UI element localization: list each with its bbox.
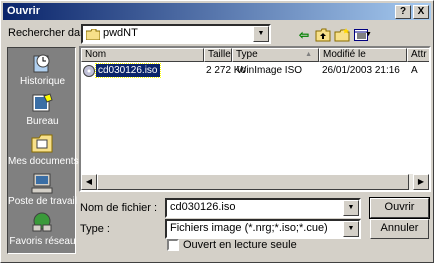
network-places-icon [32,212,52,232]
chevron-down-icon[interactable]: ▼ [343,200,359,216]
file-list[interactable]: Nom Taille Type ▲ Modifié le Attr cd0301… [79,46,431,192]
place-desktop[interactable]: Bureau [8,92,77,130]
file-modified: 26/01/2003 21:16 [322,65,400,76]
scroll-left-icon[interactable]: ◀ [81,174,97,190]
dialog-title: Ouvrir [7,5,41,17]
readonly-label: Ouvert en lecture seule [183,239,297,251]
chevron-down-icon[interactable]: ▼ [343,221,359,237]
place-label: Historique [19,76,66,87]
help-button[interactable]: ? [395,5,411,19]
close-button[interactable]: X [413,5,429,19]
place-label: Poste de travail [8,196,77,207]
filename-value: cd030126.iso [170,201,236,213]
new-folder-icon [334,28,350,42]
scroll-thumb[interactable] [97,174,409,190]
new-folder-button[interactable] [333,26,351,44]
my-computer-icon [31,173,53,194]
history-icon [33,54,50,73]
folder-icon [86,29,100,40]
column-header-name[interactable]: Nom [81,48,204,62]
place-history[interactable]: Historique [8,52,77,90]
filename-input[interactable]: cd030126.iso ▼ [165,198,361,218]
file-name: cd030126.iso [95,63,161,78]
view-menu-button[interactable]: ▼ [350,26,372,44]
desktop-icon [32,93,53,112]
sort-ascending-icon: ▲ [305,51,312,58]
place-label: Mes documents [8,156,79,167]
open-button[interactable]: Ouvrir [369,197,430,219]
place-my-computer[interactable]: Poste de travail [8,172,77,210]
file-type: WinImage ISO [237,65,303,76]
column-header-attr[interactable]: Attr [407,48,429,62]
place-label: Bureau [26,116,59,127]
lookin-combo[interactable]: pwdNT ▼ [81,24,271,44]
file-row[interactable]: cd030126.iso 2 272 Ko WinImage ISO 26/01… [81,63,429,79]
my-documents-icon [31,134,53,153]
chevron-down-icon[interactable]: ▼ [253,26,269,42]
place-my-documents[interactable]: Mes documents [8,132,79,170]
filename-label: Nom de fichier : [80,202,158,214]
column-header-type[interactable]: Type ▲ [232,48,319,62]
open-dialog: Ouvrir ? X Rechercher dans : pwdNT ▼ ⇦ ▼ [0,0,434,263]
filetype-label: Type : [80,223,110,235]
place-network[interactable]: Favoris réseau [8,212,77,250]
column-header-modified[interactable]: Modifié le [319,48,407,62]
up-folder-button[interactable] [314,26,332,44]
scroll-right-icon[interactable]: ▶ [413,174,429,190]
chevron-down-icon: ▼ [365,31,372,38]
filetype-select[interactable]: Fichiers image (*.nrg;*.iso;*.cue) ▼ [165,219,361,239]
file-attr: A [411,65,418,76]
column-header-type-label: Type [236,49,258,60]
iso-file-icon [83,65,95,77]
filetype-value: Fichiers image (*.nrg;*.iso;*.cue) [170,222,328,234]
back-icon[interactable]: ⇦ [295,26,313,44]
place-label: Favoris réseau [9,236,76,247]
up-folder-icon [315,28,331,42]
places-bar: Historique Bureau Mes documents Poste de… [7,47,79,254]
cancel-button[interactable]: Annuler [370,219,429,239]
horizontal-scrollbar[interactable]: ◀ ▶ [81,174,429,190]
title-bar[interactable]: Ouvrir ? X [3,3,431,20]
lookin-value: pwdNT [103,27,138,39]
file-size: 2 272 Ko [206,65,247,76]
readonly-checkbox[interactable] [167,239,179,251]
column-header-size[interactable]: Taille [204,48,232,62]
